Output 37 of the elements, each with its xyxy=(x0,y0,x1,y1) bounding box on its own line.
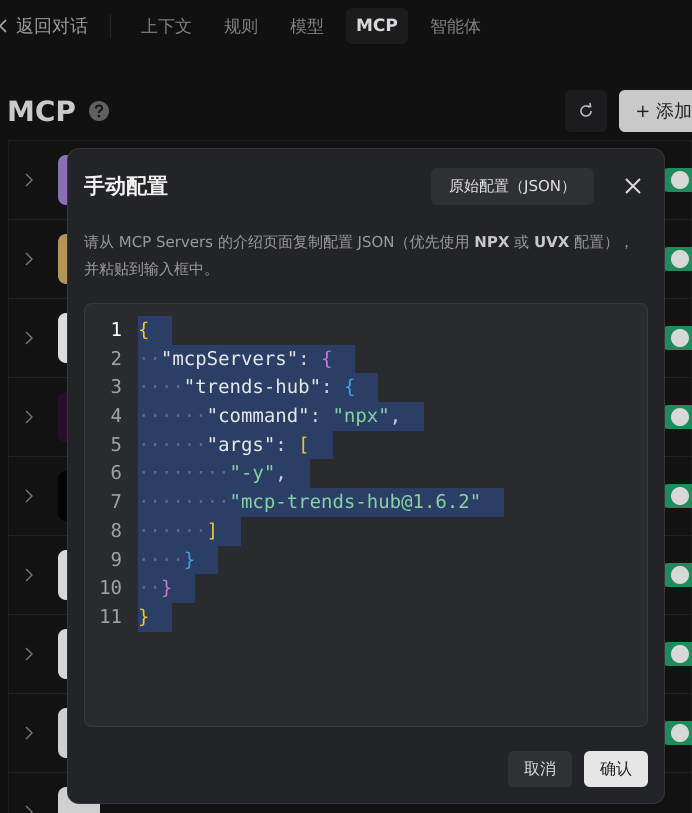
confirm-button[interactable]: 确认 xyxy=(584,751,648,787)
dialog-description: 请从 MCP Servers 的介绍页面复制配置 JSON（优先使用 NPX 或 UVX 配置），并粘贴到输入框中。 xyxy=(84,232,636,280)
dialog-title: 手动配置 xyxy=(84,173,168,200)
expand-chevron-icon[interactable] xyxy=(25,410,33,424)
page-title: MCP xyxy=(7,94,76,128)
expand-chevron-icon[interactable] xyxy=(25,568,33,582)
nav-tab[interactable]: 规则 xyxy=(214,6,268,46)
line-number: 9 xyxy=(110,548,123,572)
expand-chevron-icon[interactable] xyxy=(25,173,33,187)
help-icon[interactable] xyxy=(88,100,110,122)
line-number: 1 xyxy=(110,318,123,343)
cancel-button[interactable]: 取消 xyxy=(508,751,572,787)
nav-tab[interactable]: MCP xyxy=(346,8,408,44)
nav-tab[interactable]: 智能体 xyxy=(420,6,491,46)
nav-tab[interactable]: 上下文 xyxy=(131,6,202,46)
expand-chevron-icon[interactable] xyxy=(25,331,33,345)
line-number: 11 xyxy=(98,604,123,630)
back-chevron-icon xyxy=(0,18,8,34)
expand-chevron-icon[interactable] xyxy=(25,252,33,266)
line-number: 3 xyxy=(110,375,123,400)
line-number: 4 xyxy=(110,404,123,430)
add-button[interactable]: + 添加 xyxy=(619,90,692,132)
line-number: 2 xyxy=(110,346,123,372)
line-number: 7 xyxy=(110,490,123,516)
line-number: 6 xyxy=(110,461,123,486)
code-editor[interactable]: 1 { 2 ··"mcpServers": { 3 ····"trends-hub": { 4 ······"command": "npx", 5 ······"args": [ 6 ········"-y", 7 ········"mcp-trends-hub@1.6.2" 8 ······] 9 ····} 10 ··} 11 } xyxy=(84,303,648,727)
back-button[interactable]: 返回对话 xyxy=(0,14,88,38)
expand-chevron-icon[interactable] xyxy=(25,647,33,661)
refresh-button[interactable] xyxy=(565,90,608,132)
nav-tab[interactable]: 模型 xyxy=(280,6,334,46)
close-icon[interactable] xyxy=(624,177,642,195)
expand-chevron-icon[interactable] xyxy=(25,489,33,503)
line-number: 5 xyxy=(110,432,123,458)
line-number: 8 xyxy=(110,518,123,544)
expand-chevron-icon[interactable] xyxy=(25,726,33,740)
raw-config-button[interactable]: 原始配置（JSON） xyxy=(431,168,594,204)
line-number: 10 xyxy=(98,576,123,602)
